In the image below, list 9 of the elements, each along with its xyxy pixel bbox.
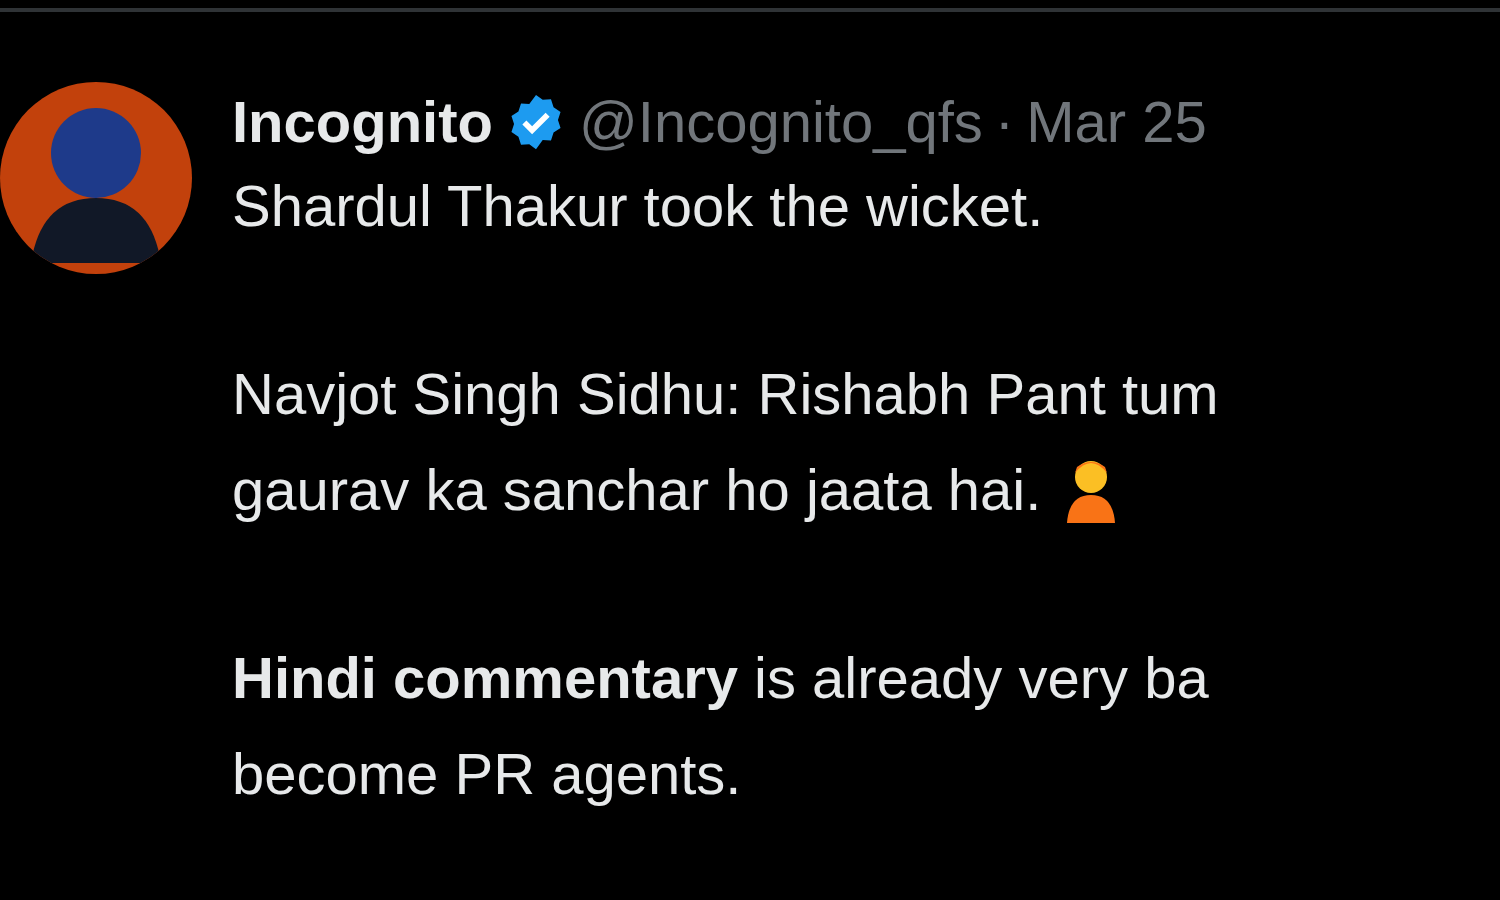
tweet-text-line: Hindi commentary is already very ba: [232, 644, 1209, 712]
tweet-text-line: gaurav ka sanchar ho jaata hai.: [232, 456, 1042, 524]
author-handle[interactable]: @Incognito_qfs: [578, 82, 983, 162]
tweet-text-line: become PR agents.: [232, 740, 742, 808]
tweet-date[interactable]: Mar 25: [1026, 82, 1207, 162]
separator: ·: [994, 88, 1015, 156]
author-name[interactable]: Incognito: [232, 82, 493, 162]
tweet-text-line: Shardul Thakur took the wicket.: [232, 172, 1044, 240]
tweet-text-line: Navjot Singh Sidhu: Rishabh Pant tum: [232, 360, 1219, 428]
